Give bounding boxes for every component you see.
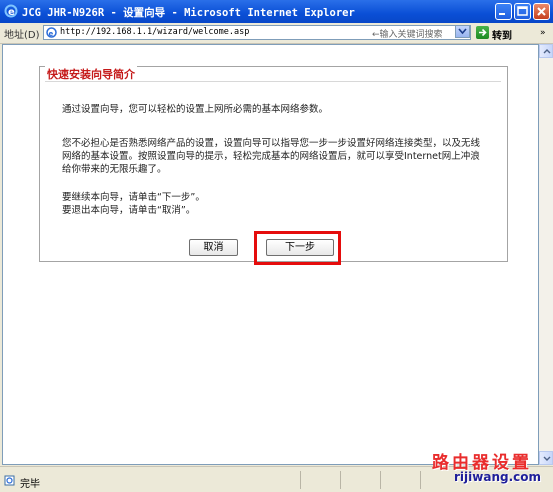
wizard-description: 您不必担心是否熟悉网络产品的设置，设置向导可以指导您一步一步设置好网络连接类型，… (62, 138, 481, 175)
close-icon (537, 7, 546, 16)
svg-text:e: e (49, 30, 54, 38)
chevron-down-icon (458, 28, 467, 35)
chevron-up-icon (543, 49, 551, 54)
next-button-highlight (254, 231, 341, 265)
maximize-icon (517, 6, 528, 16)
internet-explorer-icon: e (4, 4, 18, 18)
minimize-button[interactable] (495, 3, 512, 20)
status-divider (420, 471, 421, 489)
page-viewport: 快速安装向导简介 通过设置向导，您可以轻松的设置上网所必需的基本网络参数。 您不… (2, 44, 539, 465)
address-input[interactable]: e http://192.168.1.1/wizard/welcome.asp … (43, 25, 471, 40)
status-divider (300, 471, 301, 489)
go-arrow-icon (476, 26, 489, 39)
go-label: 转到 (492, 31, 512, 42)
svg-text:e: e (8, 7, 15, 18)
wizard-heading: 快速安装向导简介 (45, 66, 137, 82)
close-button[interactable] (533, 3, 550, 20)
heading-divider (45, 81, 501, 82)
status-divider (380, 471, 381, 489)
address-url: http://192.168.1.1/wizard/welcome.asp (60, 27, 250, 37)
address-bar: 地址(D) e http://192.168.1.1/wizard/welcom… (0, 23, 553, 44)
chevron-down-icon (543, 456, 551, 461)
scroll-down-button[interactable] (539, 451, 553, 465)
status-text: 完毕 (20, 479, 40, 490)
vertical-scrollbar[interactable] (539, 44, 553, 465)
page-done-icon (4, 475, 15, 486)
scroll-up-button[interactable] (539, 44, 553, 58)
links-chevron-icon[interactable]: » (540, 28, 546, 38)
address-label: 地址(D) (4, 30, 40, 41)
maximize-button[interactable] (514, 3, 531, 20)
continue-instruction: 要继续本向导，请单击“下一步”。 (62, 192, 205, 203)
search-hint: ←输入关键词搜索 (372, 30, 443, 40)
exit-instruction: 要退出本向导，请单击“取消”。 (62, 205, 196, 216)
minimize-icon (499, 13, 505, 15)
watermark-site: rijiwang.com (454, 470, 541, 484)
window-title: JCG JHR-N926R - 设置向导 - Microsoft Interne… (22, 7, 355, 19)
wizard-instructions: 要继续本向导，请单击“下一步”。 要退出本向导，请单击“取消”。 (62, 191, 482, 217)
cancel-button[interactable]: 取消 (189, 239, 238, 256)
title-bar: e JCG JHR-N926R - 设置向导 - Microsoft Inter… (0, 0, 553, 23)
address-dropdown-button[interactable] (455, 25, 470, 38)
status-divider (340, 471, 341, 489)
wizard-intro: 通过设置向导，您可以轻松的设置上网所必需的基本网络参数。 (62, 104, 329, 115)
go-button[interactable]: 转到 (474, 24, 518, 42)
page-icon: e (46, 27, 57, 38)
